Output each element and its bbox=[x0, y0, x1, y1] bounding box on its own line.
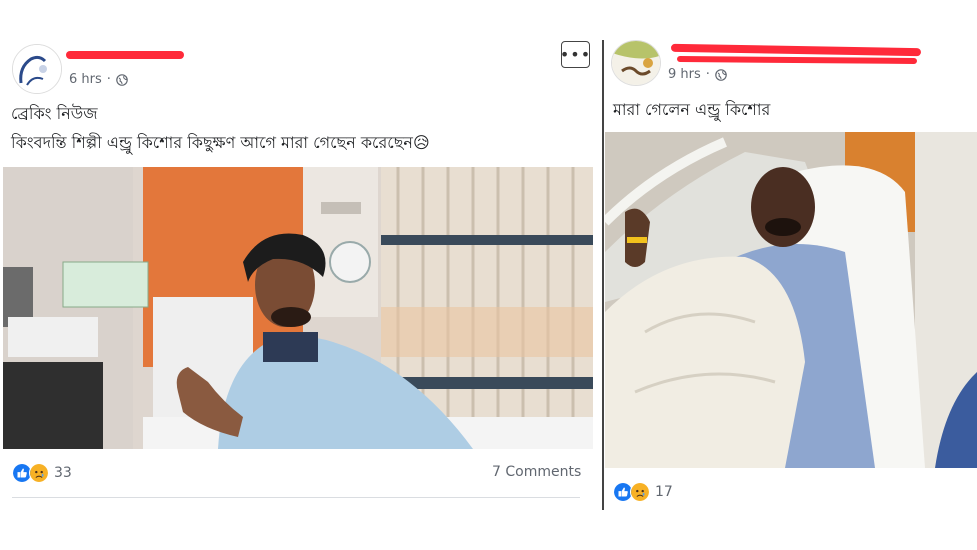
reaction-count: 17 bbox=[655, 484, 673, 500]
sad-reaction-icon bbox=[630, 482, 650, 502]
posts-separator bbox=[602, 40, 604, 510]
reactions-summary[interactable]: 33 bbox=[12, 463, 72, 483]
globe-icon bbox=[116, 73, 128, 86]
profile-avatar[interactable] bbox=[12, 44, 62, 94]
comments-link[interactable]: 7 Comments bbox=[492, 464, 581, 480]
post-meta: 9 hrs · bbox=[668, 67, 727, 82]
post-left: 6 hrs · ••• ব্রেকিং নিউজ কিংবদন্তি শিল্প… bbox=[0, 0, 602, 550]
reactions-summary[interactable]: 17 bbox=[613, 482, 673, 502]
post-text-line: ব্রেকিং নিউজ bbox=[11, 104, 98, 123]
post-text-line: মারা গেলেন এন্ড্রু কিশোর bbox=[613, 100, 771, 119]
post-text-line: কিংবদন্তি শিল্পী এন্ড্রু কিশোর কিছুক্ষণ … bbox=[11, 133, 430, 152]
sad-reaction-icon bbox=[29, 463, 49, 483]
post-photo[interactable] bbox=[3, 167, 593, 449]
post-time[interactable]: 9 hrs bbox=[668, 67, 701, 82]
profile-avatar[interactable] bbox=[611, 40, 661, 86]
post-divider-line bbox=[12, 497, 580, 498]
author-name-redaction bbox=[676, 55, 918, 65]
author-name-redaction bbox=[66, 51, 184, 59]
post-photo[interactable] bbox=[605, 132, 977, 468]
post-time[interactable]: 6 hrs bbox=[69, 72, 102, 87]
more-options-button[interactable]: ••• bbox=[559, 41, 592, 68]
post-meta: 6 hrs · bbox=[69, 72, 128, 87]
globe-icon bbox=[715, 68, 727, 81]
author-name-redaction bbox=[670, 43, 922, 57]
more-options-icon: ••• bbox=[559, 45, 592, 64]
post-right: 9 hrs · মারা গেলেন এন্ড্রু কিশোর 17 bbox=[605, 0, 977, 550]
reaction-count: 33 bbox=[54, 465, 72, 481]
